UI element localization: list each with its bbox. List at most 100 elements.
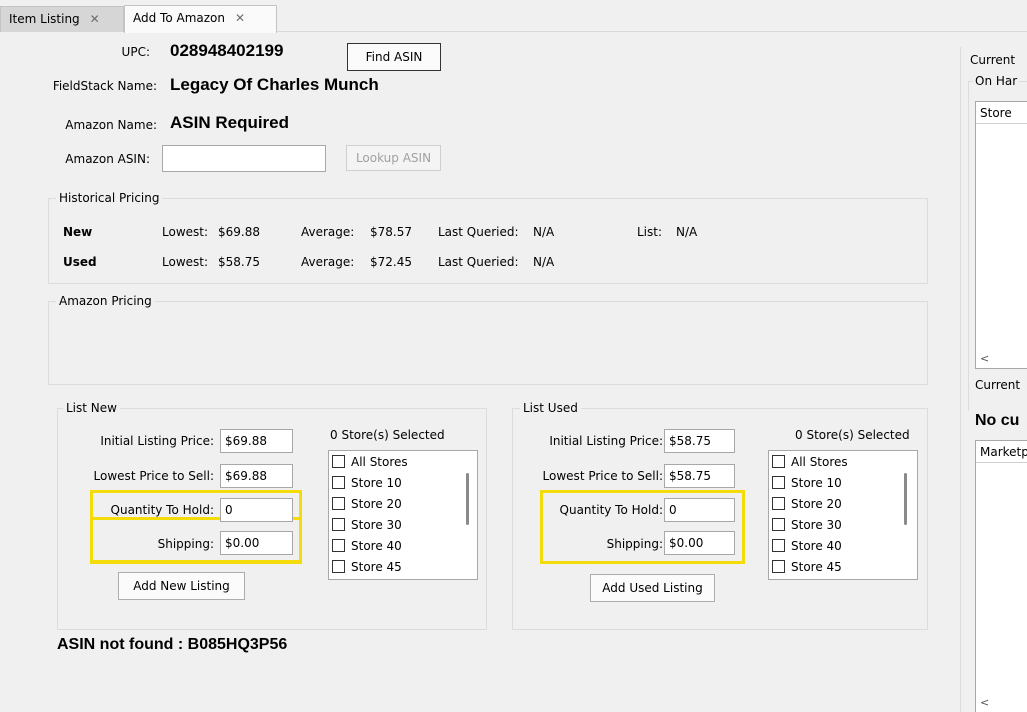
store-column-header[interactable]: Store (980, 106, 1012, 120)
checkbox[interactable] (332, 560, 345, 573)
used-last-queried-label: Last Queried: (438, 255, 519, 269)
used-condition-label: Used (63, 255, 97, 269)
used-quantity-label: Quantity To Hold: (559, 503, 663, 517)
amazon-asin-label: Amazon ASIN: (65, 152, 150, 166)
grid-header: Marketp (976, 441, 1027, 463)
list-used-title: List Used (520, 401, 581, 415)
new-condition-label: New (63, 225, 93, 239)
used-average-value: $72.45 (370, 255, 412, 269)
new-lowest-value: $69.88 (218, 225, 260, 239)
scrollbar-thumb[interactable] (466, 473, 469, 525)
list-new-title: List New (63, 401, 120, 415)
checkbox[interactable] (772, 497, 785, 510)
list-item[interactable]: All Stores (332, 452, 408, 472)
amazon-pricing-group (48, 301, 928, 385)
new-last-queried-value: N/A (533, 225, 555, 239)
list-item[interactable]: Store 40 (772, 536, 842, 556)
new-shipping-label: Shipping: (157, 537, 214, 551)
used-store-list[interactable]: All Stores Store 10 Store 20 Store 30 St… (768, 450, 918, 580)
tab-label: Add To Amazon (133, 11, 225, 25)
add-used-listing-button[interactable]: Add Used Listing (590, 574, 715, 602)
list-item[interactable]: Store 10 (332, 473, 402, 493)
close-icon[interactable]: ✕ (235, 11, 245, 25)
list-item[interactable]: Store 45 (772, 557, 842, 577)
new-initial-price-label: Initial Listing Price: (100, 434, 214, 448)
on-hand-title: On Har (973, 74, 1020, 88)
lookup-asin-button[interactable]: Lookup ASIN (346, 145, 441, 171)
grid-header: Store (976, 102, 1027, 124)
new-last-queried-label: Last Queried: (438, 225, 519, 239)
used-lowest-price-label: Lowest Price to Sell: (542, 469, 663, 483)
list-item[interactable]: Store 30 (332, 515, 402, 535)
checkbox[interactable] (332, 539, 345, 552)
amazon-name-label: Amazon Name: (65, 118, 157, 132)
amazon-pricing-title: Amazon Pricing (56, 294, 155, 308)
used-lowest-value: $58.75 (218, 255, 260, 269)
used-initial-price-input[interactable] (664, 429, 735, 453)
list-item[interactable]: Store 20 (772, 494, 842, 514)
scroll-left-icon[interactable]: < (980, 352, 989, 365)
list-item[interactable]: Store 10 (772, 473, 842, 493)
checkbox[interactable] (772, 518, 785, 531)
checkbox[interactable] (332, 476, 345, 489)
used-shipping-input[interactable] (664, 531, 735, 555)
used-lowest-label: Lowest: (162, 255, 209, 269)
new-average-label: Average: (301, 225, 355, 239)
used-shipping-label: Shipping: (606, 537, 663, 551)
used-average-label: Average: (301, 255, 355, 269)
upc-value: 028948402199 (170, 41, 284, 60)
new-shipping-input[interactable] (220, 531, 293, 555)
tab-label: Item Listing (9, 12, 80, 26)
checkbox[interactable] (332, 518, 345, 531)
on-hand-grid[interactable]: Store < (975, 101, 1027, 369)
right-panel: Current On Har Store < Current No cu Mar… (960, 47, 1027, 712)
tab-add-to-amazon[interactable]: Add To Amazon ✕ (124, 5, 277, 33)
new-average-value: $78.57 (370, 225, 412, 239)
list-item[interactable]: Store 20 (332, 494, 402, 514)
used-initial-price-label: Initial Listing Price: (549, 434, 663, 448)
scrollbar-thumb[interactable] (904, 473, 907, 525)
scroll-left-icon[interactable]: < (980, 696, 989, 709)
new-lowest-price-input[interactable] (220, 464, 293, 488)
amazon-name-value: ASIN Required (170, 113, 290, 132)
upc-label: UPC: (121, 45, 150, 59)
new-stores-selected-count: 0 Store(s) Selected (330, 428, 445, 442)
amazon-asin-input[interactable] (162, 145, 326, 172)
historical-pricing-group (48, 198, 928, 284)
status-message: ASIN not found : B085HQ3P56 (57, 636, 288, 653)
list-item[interactable]: Store 40 (332, 536, 402, 556)
marketplace-column-header[interactable]: Marketp (980, 445, 1027, 459)
close-icon[interactable]: ✕ (90, 12, 100, 26)
checkbox[interactable] (772, 476, 785, 489)
current-title: Current (973, 378, 1023, 392)
list-item[interactable]: All Stores (772, 452, 848, 472)
used-last-queried-value: N/A (533, 255, 555, 269)
new-initial-price-input[interactable] (220, 429, 293, 453)
list-item[interactable]: Store 45 (332, 557, 402, 577)
fieldstack-name-label: FieldStack Name: (52, 79, 157, 93)
new-store-list[interactable]: All Stores Store 10 Store 20 Store 30 St… (328, 450, 478, 580)
tab-strip: Item Listing ✕ Add To Amazon ✕ (0, 0, 1027, 33)
find-asin-button[interactable]: Find ASIN (347, 43, 441, 71)
marketplace-grid[interactable]: Marketp < (975, 440, 1027, 712)
checkbox[interactable] (332, 497, 345, 510)
add-new-listing-button[interactable]: Add New Listing (118, 572, 245, 600)
used-stores-selected-count: 0 Store(s) Selected (795, 428, 910, 442)
no-current-text: No cu (975, 412, 1020, 429)
used-quantity-input[interactable] (664, 498, 735, 522)
checkbox[interactable] (332, 455, 345, 468)
checkbox[interactable] (772, 560, 785, 573)
new-quantity-input[interactable] (220, 498, 293, 522)
list-item[interactable]: Store 30 (772, 515, 842, 535)
fieldstack-name-value: Legacy Of Charles Munch (170, 75, 379, 94)
used-lowest-price-input[interactable] (664, 464, 735, 488)
tab-item-listing[interactable]: Item Listing ✕ (0, 6, 124, 32)
new-lowest-price-label: Lowest Price to Sell: (93, 469, 214, 483)
checkbox[interactable] (772, 539, 785, 552)
new-lowest-label: Lowest: (162, 225, 209, 239)
new-list-label: List: (637, 225, 663, 239)
right-panel-tab[interactable]: Current (970, 53, 1015, 67)
checkbox[interactable] (772, 455, 785, 468)
new-quantity-label: Quantity To Hold: (110, 503, 214, 517)
new-list-value: N/A (676, 225, 698, 239)
